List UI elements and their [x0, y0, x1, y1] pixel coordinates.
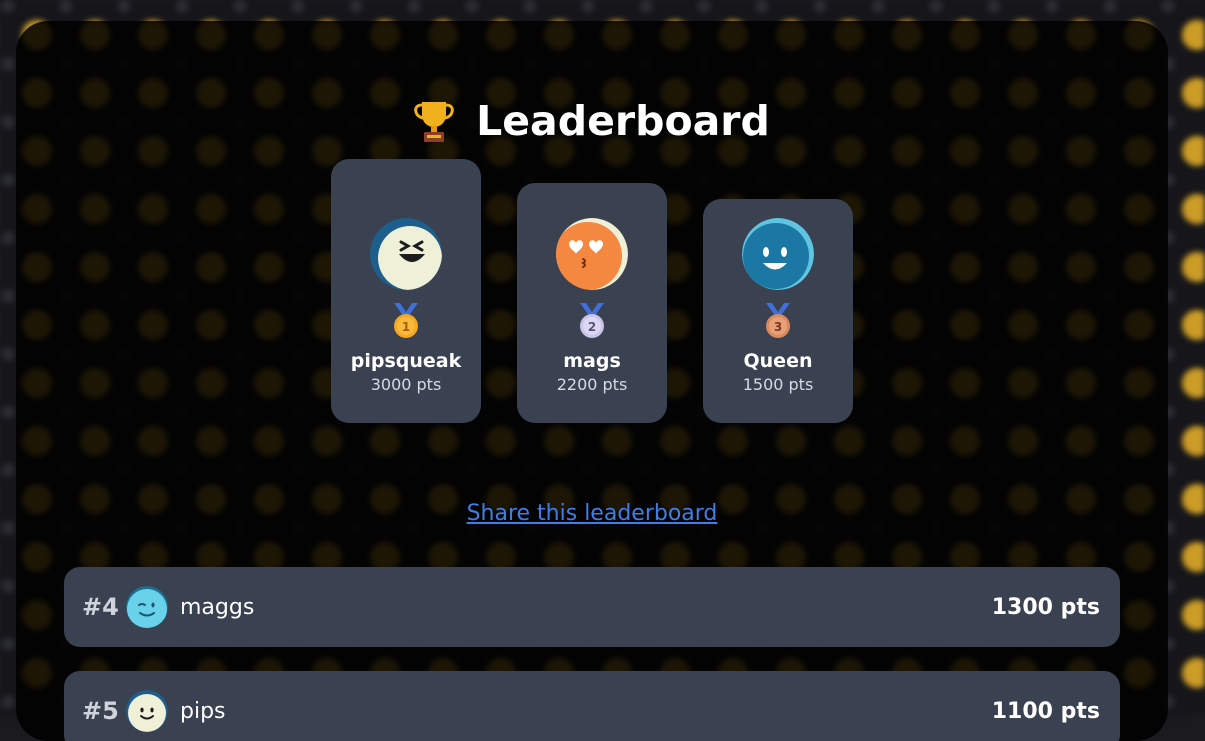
winking-cyan-avatar — [126, 586, 168, 628]
podium-name: mags — [563, 350, 621, 372]
podium-card-second[interactable]: 2 mags 2200 pts — [517, 183, 667, 423]
leaderboard-row[interactable]: #4 maggs 1300 pts — [64, 567, 1120, 647]
page-title: Leaderboard — [16, 97, 1168, 145]
row-name: pips — [180, 698, 226, 724]
smiling-blue-avatar — [742, 218, 814, 290]
row-rank: #5 — [82, 697, 119, 725]
row-name: maggs — [180, 594, 255, 620]
podium-card-first[interactable]: 1 pipsqueak 3000 pts — [331, 159, 481, 423]
row-points: 1100 pts — [991, 698, 1100, 724]
podium-name: Queen — [743, 350, 813, 372]
share-leaderboard-link[interactable]: Share this leaderboard — [16, 499, 1168, 529]
silver-medal-icon: 2 — [580, 303, 604, 338]
leaderboard-panel: Leaderboard 1 pipsqueak 3000 pts 2 mags … — [16, 21, 1168, 741]
podium-points: 1500 pts — [742, 375, 814, 394]
podium-points: 2200 pts — [556, 375, 628, 394]
medal-number: 2 — [588, 320, 596, 334]
smiling-cream-avatar — [126, 690, 168, 732]
row-rank: #4 — [82, 593, 119, 621]
podium-name: pipsqueak — [350, 350, 462, 372]
medal-number: 1 — [402, 320, 410, 334]
gold-medal-icon: 1 — [394, 303, 418, 338]
bronze-medal-icon: 3 — [766, 303, 790, 338]
trophy-icon — [414, 102, 454, 142]
podium-card-third[interactable]: 3 Queen 1500 pts — [703, 199, 853, 423]
leaderboard-row[interactable]: #5 pips 1100 pts — [64, 671, 1120, 741]
grinning-ghost-avatar — [370, 218, 442, 290]
medal-number: 3 — [774, 320, 782, 334]
row-points: 1300 pts — [991, 594, 1100, 620]
podium-points: 3000 pts — [370, 375, 442, 394]
heart-eyes-orange-avatar — [556, 218, 628, 290]
title-text: Leaderboard — [476, 97, 770, 145]
